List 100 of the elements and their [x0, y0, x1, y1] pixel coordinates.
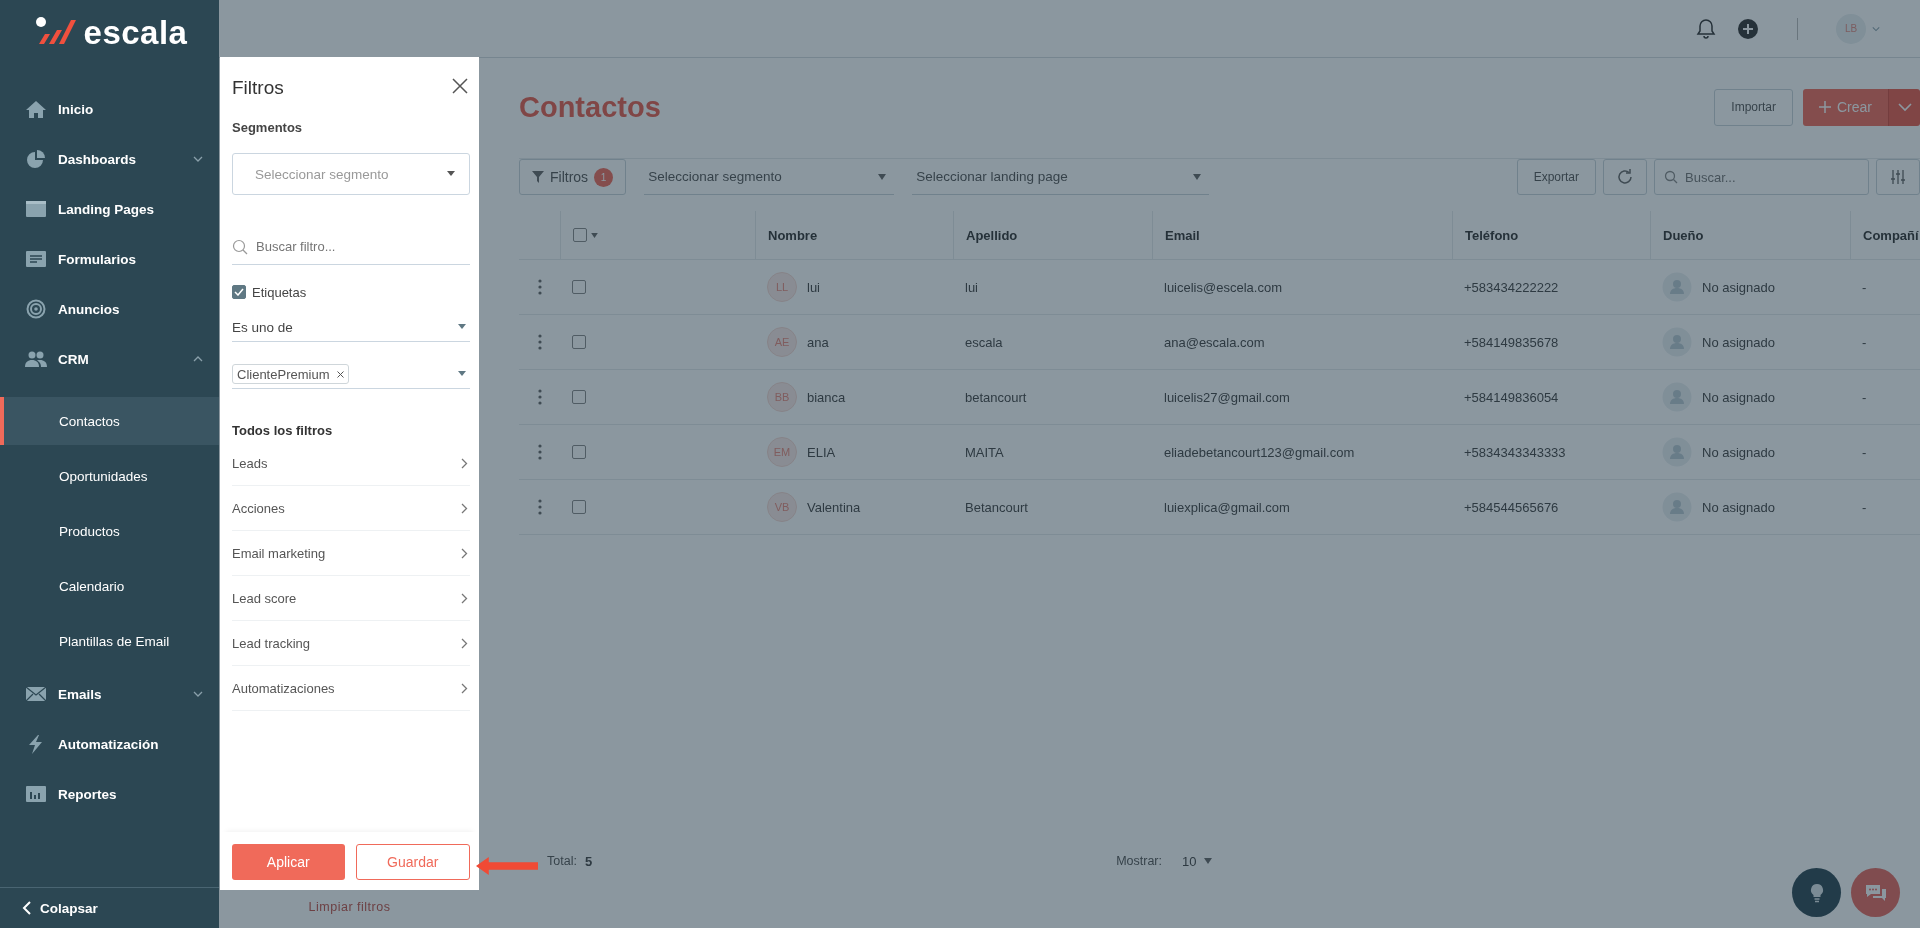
filter-category[interactable]: Email marketing — [232, 531, 470, 576]
nav-item[interactable]: Automatización — [0, 719, 219, 769]
filter-checkbox[interactable] — [232, 285, 246, 299]
nav-subitem[interactable]: Productos — [0, 504, 219, 559]
panel-title: Filtros — [232, 76, 284, 99]
tag-chip[interactable]: ClientePremium — [232, 364, 350, 384]
nav-item[interactable]: Reportes — [0, 769, 219, 819]
nav-item[interactable]: Anuncios — [0, 284, 219, 334]
row-checkbox[interactable] — [572, 445, 586, 459]
search-field[interactable]: Buscar... — [1654, 159, 1869, 195]
nav-item[interactable]: Emails — [0, 669, 219, 719]
add-circle-icon[interactable] — [1737, 17, 1759, 40]
funnel-icon — [532, 171, 544, 183]
filter-category[interactable]: Leads — [232, 441, 470, 486]
nav-item[interactable]: Formularios — [0, 234, 219, 284]
nav-item[interactable]: CRM — [0, 334, 219, 384]
chevron-left-icon — [22, 901, 32, 915]
column-header: Email — [1152, 211, 1452, 259]
chevron-right-icon — [461, 682, 468, 694]
table-cell: luicelis27@gmail.com — [1164, 389, 1290, 405]
table-cell: - — [1862, 279, 1867, 295]
table-cell: - — [1862, 389, 1867, 405]
user-silhouette-icon — [1662, 272, 1692, 302]
filter-category[interactable]: Lead tracking — [232, 621, 470, 666]
chevron-right-icon — [461, 457, 468, 469]
select-field[interactable]: Seleccionar landing page — [912, 159, 1210, 195]
import-button[interactable]: Importar — [1714, 88, 1793, 126]
more-options-icon[interactable] — [537, 499, 542, 515]
caret-down-icon — [447, 171, 455, 177]
select-field[interactable]: Seleccionar segmento — [644, 159, 895, 195]
table-cell: luicelis@escela.com — [1164, 279, 1282, 295]
table-cell: No asignado — [1702, 334, 1775, 350]
filter-category[interactable]: Lead score — [232, 576, 470, 621]
table-cell: Valentina — [807, 499, 861, 515]
search-icon — [232, 239, 248, 255]
select-all-checkbox[interactable] — [573, 228, 587, 242]
caret-down-icon — [878, 173, 887, 180]
table-cell: MAITA — [965, 444, 1004, 460]
row-checkbox[interactable] — [572, 390, 586, 404]
caret-down-icon[interactable] — [458, 371, 466, 377]
caret-down-icon[interactable] — [591, 232, 598, 238]
table-cell: No asignado — [1702, 389, 1775, 405]
chevron-up-icon — [193, 354, 203, 364]
refresh-icon — [1616, 168, 1634, 186]
nav-item[interactable]: Landing Pages — [0, 184, 219, 234]
form-icon — [25, 249, 47, 269]
nav-subitem[interactable]: Calendario — [0, 559, 219, 614]
table-cell: - — [1862, 334, 1867, 350]
more-options-icon[interactable] — [537, 279, 542, 295]
operator-select[interactable]: Es uno de — [232, 313, 470, 342]
total-label: Total: — [547, 854, 577, 868]
caret-down-icon — [458, 324, 466, 330]
nav-subitem[interactable]: Plantillas de Email — [0, 614, 219, 669]
column-settings-button[interactable] — [1876, 159, 1920, 195]
create-dropdown-button[interactable] — [1888, 88, 1920, 126]
row-checkbox[interactable] — [572, 500, 586, 514]
user-silhouette-icon — [1662, 437, 1692, 467]
nav-subitem[interactable]: Oportunidades — [0, 449, 219, 504]
filters-button[interactable]: Filtros 1 — [519, 159, 627, 195]
table-cell: Betancourt — [965, 499, 1028, 515]
table-cell: - — [1862, 444, 1867, 460]
nav-subitem[interactable]: Contactos — [0, 397, 219, 445]
target-icon — [25, 299, 47, 319]
logo-text: escala — [83, 14, 188, 52]
bell-icon[interactable] — [1695, 17, 1717, 40]
row-checkbox[interactable] — [572, 335, 586, 349]
table-cell: ELIA — [807, 444, 836, 460]
refresh-button[interactable] — [1603, 159, 1647, 195]
row-checkbox[interactable] — [572, 280, 586, 294]
chat-button[interactable] — [1851, 868, 1900, 917]
nav-item[interactable]: Dashboards — [0, 134, 219, 184]
table-cell: escala — [965, 334, 1003, 350]
remove-icon[interactable] — [337, 370, 345, 378]
table-cell: eliadebetancourt123@gmail.com — [1164, 444, 1355, 460]
user-silhouette-icon — [1662, 327, 1692, 357]
checkbox-label: Etiquetas — [252, 284, 307, 300]
table-cell: +5834343343333 — [1464, 444, 1566, 460]
column-header: Compañí — [1850, 211, 1920, 259]
table-cell: betancourt — [965, 389, 1027, 405]
table-cell: ana — [807, 334, 829, 350]
total-count: 5 — [584, 853, 593, 869]
more-options-icon[interactable] — [537, 334, 542, 350]
nav-item[interactable]: Inicio — [0, 84, 219, 134]
plus-icon — [1819, 101, 1831, 113]
column-header: Dueño — [1650, 211, 1850, 259]
filter-search-field[interactable]: Buscar filtro... — [232, 229, 470, 265]
table-cell: lui — [807, 279, 820, 295]
more-options-icon[interactable] — [537, 389, 542, 405]
column-header: Apellido — [953, 211, 1152, 259]
filter-category[interactable]: Automatizaciones — [232, 666, 470, 711]
table-cell: lui — [965, 279, 978, 295]
export-button[interactable]: Exportar — [1516, 159, 1596, 195]
search-icon — [1664, 170, 1678, 184]
chevron-down-icon — [193, 689, 203, 699]
user-silhouette-icon — [1662, 382, 1692, 412]
filter-category[interactable]: Acciones — [232, 486, 470, 531]
page-size-select[interactable]: 10 — [1181, 853, 1213, 869]
chevron-down-icon — [193, 154, 203, 164]
help-button[interactable] — [1792, 868, 1841, 917]
more-options-icon[interactable] — [537, 444, 542, 460]
